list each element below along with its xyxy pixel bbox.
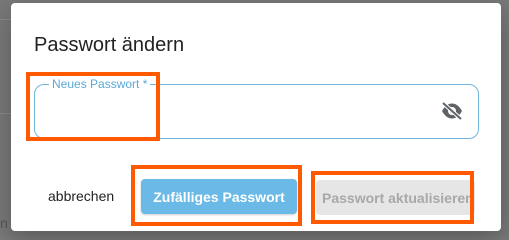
random-password-button[interactable]: Zufälliges Passwort (141, 179, 297, 214)
dialog-title: Passwort ändern (34, 34, 185, 56)
update-password-button[interactable]: Passwort aktualisieren (316, 180, 475, 215)
change-password-dialog: Passwort ändern Neues Passwort * abbrech… (11, 3, 501, 231)
background-text: n (0, 215, 8, 231)
cancel-button[interactable]: abbrechen (40, 183, 122, 209)
new-password-input[interactable] (49, 99, 433, 125)
new-password-label: Neues Passwort * (49, 77, 151, 91)
eye-off-icon[interactable] (440, 101, 464, 121)
new-password-field[interactable]: Neues Passwort * (34, 77, 479, 139)
